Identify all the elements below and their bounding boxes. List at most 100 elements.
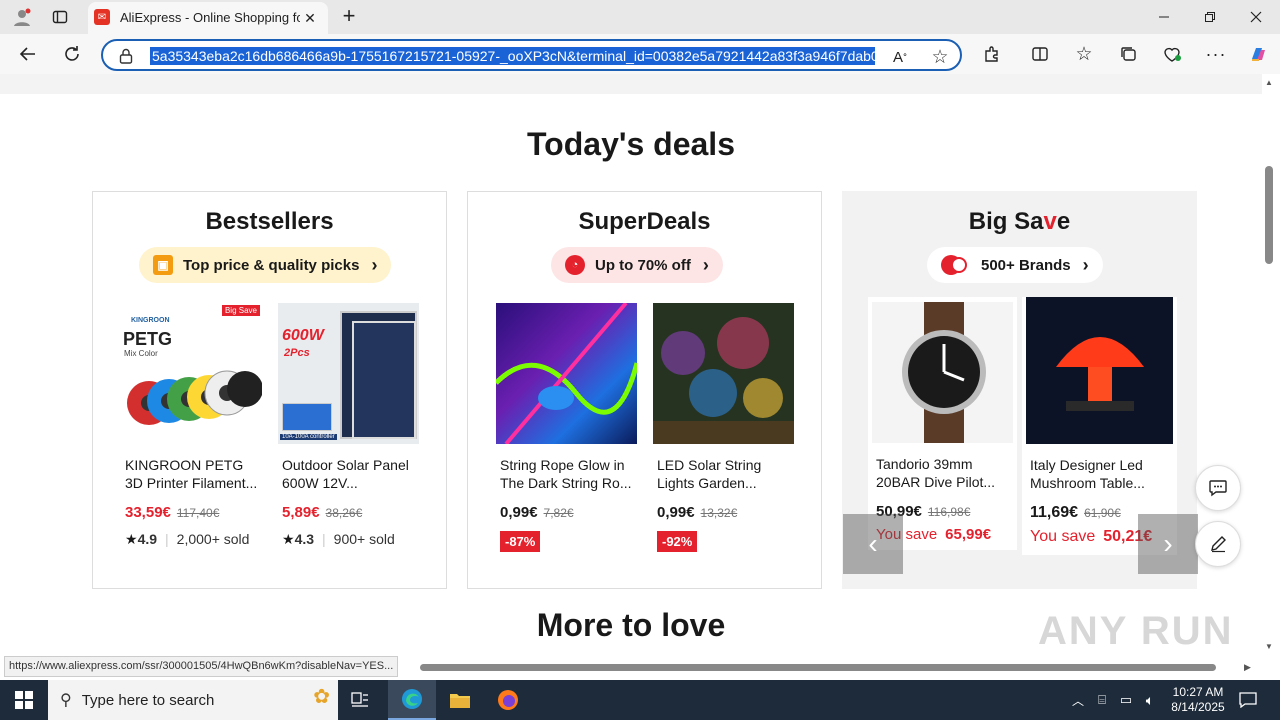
browser-tab-bar: ✉ AliExpress - Online Shopping for P ✕ + bbox=[0, 0, 1280, 34]
rating-value: 4.3 bbox=[294, 531, 315, 547]
product-image[interactable] bbox=[872, 302, 1013, 443]
close-tab-icon[interactable]: ✕ bbox=[300, 8, 320, 28]
price-value: 33,59€ bbox=[125, 504, 171, 521]
brands-pill[interactable]: 500+ Brands › bbox=[927, 247, 1103, 283]
wifi-icon[interactable]: ▭ bbox=[1116, 680, 1136, 720]
product-image[interactable]: 600W 2Pcs 10A-100A controller bbox=[278, 303, 419, 444]
product-price: 33,59€ 117,40€ bbox=[121, 504, 262, 521]
big-save-panel[interactable]: Big Save 500+ Brands › Tandorio 39mm 20B… bbox=[842, 191, 1198, 589]
save-amount: 65,99€ bbox=[945, 526, 992, 543]
scroll-up-icon[interactable]: ▲ bbox=[1265, 78, 1273, 87]
product-price: 0,99€ 7,82€ bbox=[496, 504, 637, 521]
image-subtext: Mix Color bbox=[124, 349, 158, 358]
watch-image bbox=[872, 302, 1013, 443]
old-price: 7,82€ bbox=[543, 506, 574, 520]
string-lights-image bbox=[653, 303, 794, 444]
horizontal-scroll-thumb[interactable] bbox=[420, 664, 1216, 671]
lock-icon[interactable] bbox=[117, 47, 135, 65]
scroll-down-icon[interactable]: ▼ bbox=[1265, 642, 1273, 651]
product-name[interactable]: String Rope Glow in The Dark String Ro..… bbox=[496, 456, 637, 492]
product-name[interactable]: Tandorio 39mm 20BAR Dive Pilot... bbox=[872, 455, 1013, 491]
vertical-scrollbar[interactable]: ▲ ▼ bbox=[1262, 74, 1280, 660]
feedback-edit-icon[interactable] bbox=[1195, 521, 1241, 567]
product-name[interactable]: Outdoor Solar Panel 600W 12V... bbox=[278, 456, 419, 492]
task-view-icon[interactable] bbox=[340, 680, 380, 720]
chat-icon[interactable] bbox=[1195, 465, 1241, 511]
product-image[interactable]: Big Save KINGROON PETG Mix Color bbox=[121, 303, 262, 444]
big-save-badge: Big Save bbox=[221, 305, 260, 316]
copilot-icon[interactable] bbox=[1246, 42, 1270, 66]
clock[interactable]: 10:27 AM 8/14/2025 bbox=[1162, 680, 1234, 720]
carousel-next-button[interactable]: › bbox=[1138, 514, 1198, 574]
product-card-watch[interactable]: Tandorio 39mm 20BAR Dive Pilot... 50,99€… bbox=[868, 297, 1017, 550]
read-aloud-icon[interactable]: Aᐤ bbox=[889, 46, 911, 68]
settings-more-icon[interactable]: ··· bbox=[1204, 42, 1228, 66]
firefox-icon[interactable] bbox=[486, 680, 530, 720]
title-accent: v bbox=[1043, 208, 1057, 235]
date: 8/14/2025 bbox=[1171, 700, 1225, 714]
discount-badge: -92% bbox=[657, 531, 698, 552]
product-image[interactable] bbox=[653, 303, 794, 444]
taskbar-search[interactable]: ⚲ Type here to search ✿ bbox=[48, 680, 338, 720]
product-card-rope[interactable]: String Rope Glow in The Dark String Ro..… bbox=[496, 303, 637, 552]
profile-icon[interactable] bbox=[10, 5, 34, 29]
back-icon[interactable] bbox=[16, 42, 40, 66]
old-price: 117,40€ bbox=[176, 506, 220, 520]
tab-actions-icon[interactable] bbox=[48, 5, 72, 29]
product-image[interactable] bbox=[1026, 297, 1173, 444]
title-part: e bbox=[1056, 208, 1071, 235]
product-name[interactable]: KINGROON PETG 3D Printer Filament... bbox=[121, 456, 262, 492]
product-name[interactable]: LED Solar String Lights Garden... bbox=[653, 456, 794, 492]
old-price: 13,32€ bbox=[700, 506, 738, 520]
product-image[interactable] bbox=[496, 303, 637, 444]
product-card-solar[interactable]: 600W 2Pcs 10A-100A controller Outdoor So… bbox=[278, 303, 419, 548]
superdeals-panel[interactable]: SuperDeals ◔ Up to 70% off › String Rope… bbox=[467, 191, 822, 589]
new-tab-icon[interactable]: + bbox=[338, 3, 360, 28]
product-card-petg[interactable]: Big Save KINGROON PETG Mix Color KINGROO… bbox=[121, 303, 262, 548]
product-price: 5,89€ 38,26€ bbox=[278, 504, 419, 521]
title-part: Big Sa bbox=[968, 208, 1044, 235]
minimize-icon[interactable] bbox=[1152, 5, 1176, 29]
product-name[interactable]: Italy Designer Led Mushroom Table... bbox=[1026, 456, 1173, 492]
refresh-icon[interactable] bbox=[60, 42, 84, 66]
controller-graphic bbox=[282, 403, 332, 431]
top-picks-pill[interactable]: ▣ Top price & quality picks › bbox=[139, 247, 392, 283]
star-icon: ★ bbox=[282, 531, 295, 547]
collections-icon[interactable] bbox=[1116, 42, 1140, 66]
up-to-70-pill[interactable]: ◔ Up to 70% off › bbox=[551, 247, 723, 283]
restore-icon[interactable] bbox=[1198, 5, 1222, 29]
bestsellers-panel[interactable]: Bestsellers ▣ Top price & quality picks … bbox=[92, 191, 447, 589]
search-icon: ⚲ bbox=[60, 692, 72, 709]
network-icon[interactable]: ⌸ bbox=[1092, 680, 1112, 720]
pill-label: Up to 70% off bbox=[595, 256, 691, 274]
chevron-right-icon: › bbox=[371, 254, 378, 275]
show-hidden-icons-icon[interactable]: ︿ bbox=[1068, 680, 1088, 720]
url-text[interactable]: 5a35343eba2c16db686466a9b-1755167215721-… bbox=[150, 47, 875, 65]
image-caption: 10A-100A controller bbox=[280, 434, 337, 440]
top-nav-strip bbox=[0, 74, 1262, 94]
star-icon: ★ bbox=[125, 531, 138, 547]
browser-toolbar: 5a35343eba2c16db686466a9b-1755167215721-… bbox=[0, 34, 1280, 74]
product-card-solar-lights[interactable]: LED Solar String Lights Garden... 0,99€ 1… bbox=[653, 303, 794, 552]
notifications-icon[interactable] bbox=[1236, 680, 1260, 720]
shopping-bag-icon: ▣ bbox=[153, 255, 173, 275]
file-explorer-icon[interactable] bbox=[438, 680, 482, 720]
volume-icon[interactable]: 🔈︎ bbox=[1140, 680, 1160, 720]
browser-essentials-icon[interactable] bbox=[1160, 42, 1184, 66]
vertical-scroll-thumb[interactable] bbox=[1265, 166, 1273, 264]
edge-taskbar-icon[interactable] bbox=[388, 680, 436, 720]
close-window-icon[interactable] bbox=[1244, 5, 1268, 29]
tab-aliexpress[interactable]: ✉ AliExpress - Online Shopping for P ✕ bbox=[88, 2, 328, 34]
carousel-prev-button[interactable]: ‹ bbox=[843, 514, 903, 574]
scroll-right-icon[interactable]: ▶ bbox=[1244, 662, 1251, 673]
product-rating: ★4.3 | 900+ sold bbox=[282, 531, 395, 547]
favorite-star-icon[interactable]: ☆ bbox=[929, 46, 951, 68]
windows-start-icon[interactable] bbox=[0, 680, 48, 720]
time: 10:27 AM bbox=[1172, 685, 1224, 699]
address-bar[interactable]: 5a35343eba2c16db686466a9b-1755167215721-… bbox=[101, 39, 962, 71]
status-url: https://www.aliexpress.com/ssr/300001505… bbox=[4, 656, 399, 677]
mushroom-lamp-image bbox=[1026, 297, 1173, 444]
split-screen-icon[interactable] bbox=[1028, 42, 1052, 66]
extensions-icon[interactable] bbox=[980, 42, 1004, 66]
favorites-icon[interactable]: ☆ bbox=[1072, 42, 1096, 66]
